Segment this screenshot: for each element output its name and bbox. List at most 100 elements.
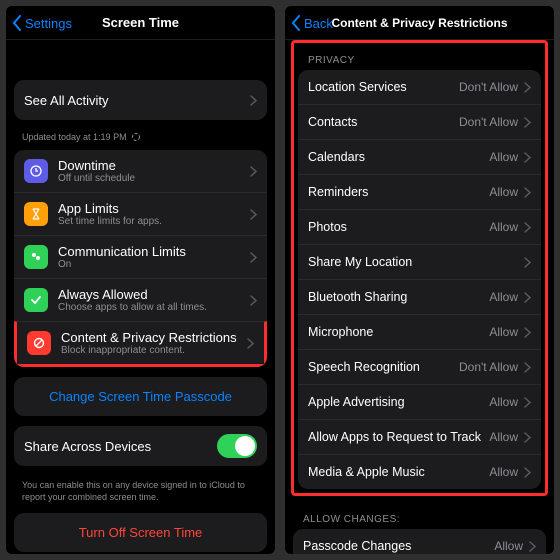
row-value: Allow xyxy=(489,430,518,444)
chevron-right-icon xyxy=(524,327,531,338)
chevron-left-icon xyxy=(12,15,22,31)
row-title: Speech Recognition xyxy=(308,360,453,374)
row-value: Allow xyxy=(489,150,518,164)
changes-group: Passcode ChangesAllowAccount ChangesAllo… xyxy=(293,529,546,554)
privacy-row[interactable]: Bluetooth Sharing Allow xyxy=(298,279,541,314)
chevron-right-icon xyxy=(524,432,531,443)
privacy-row[interactable]: Reminders Allow xyxy=(298,174,541,209)
chevron-right-icon xyxy=(524,82,531,93)
chevron-right-icon xyxy=(524,292,531,303)
always-allowed-row[interactable]: Always AllowedChoose apps to allow at al… xyxy=(14,278,267,321)
row-sub: Choose apps to allow at all times. xyxy=(58,302,244,313)
content-privacy-row[interactable]: Content & Privacy RestrictionsBlock inap… xyxy=(14,321,267,367)
back-label: Back xyxy=(304,16,333,31)
back-button[interactable]: Back xyxy=(291,6,333,40)
row-title: Downtime xyxy=(58,158,244,173)
downtime-icon xyxy=(24,159,48,183)
communication-icon xyxy=(24,245,48,269)
row-title: Share My Location xyxy=(308,255,518,269)
row-value: Don't Allow xyxy=(459,80,518,94)
row-title: Reminders xyxy=(308,185,483,199)
privacy-row[interactable]: Allow Apps to Request to Track Allow xyxy=(298,419,541,454)
chevron-right-icon xyxy=(524,187,531,198)
row-sub: Block inappropriate content. xyxy=(61,345,241,356)
row-title: Media & Apple Music xyxy=(308,465,483,479)
row-title: Share Across Devices xyxy=(24,439,217,454)
app-limits-row[interactable]: App LimitsSet time limits for apps. xyxy=(14,192,267,235)
see-all-activity-row[interactable]: See All Activity xyxy=(14,80,267,120)
share-across-devices-row[interactable]: Share Across Devices xyxy=(14,426,267,466)
privacy-row[interactable]: PhotosAllow xyxy=(298,209,541,244)
chevron-right-icon xyxy=(250,166,257,177)
chevron-right-icon xyxy=(524,362,531,373)
row-value: Allow xyxy=(489,325,518,339)
turn-off-button[interactable]: Turn Off Screen Time xyxy=(14,513,267,552)
row-title: App Limits xyxy=(58,201,244,216)
row-title: Contacts xyxy=(308,115,453,129)
row-title: Always Allowed xyxy=(58,287,244,302)
changes-row[interactable]: Passcode Changes Allow xyxy=(293,529,546,554)
back-label: Settings xyxy=(25,16,72,31)
row-title: Passcode Changes xyxy=(303,539,488,553)
privacy-highlight: Privacy Location ServicesDon't AllowCont… xyxy=(291,40,548,496)
limits-group: DowntimeOff until schedule App LimitsSet… xyxy=(14,150,267,367)
row-value: Don't Allow xyxy=(459,115,518,129)
chevron-right-icon xyxy=(524,257,531,268)
restrict-icon xyxy=(27,331,51,355)
change-passcode-button[interactable]: Change Screen Time Passcode xyxy=(14,377,267,416)
privacy-row[interactable]: Share My Location xyxy=(298,244,541,279)
row-title: Calendars xyxy=(308,150,483,164)
page-title: Content & Privacy Restrictions xyxy=(331,16,507,30)
passcode-group: Change Screen Time Passcode xyxy=(14,377,267,416)
row-sub: Set time limits for apps. xyxy=(58,216,244,227)
row-value: Allow xyxy=(494,539,523,553)
row-title: Apple Advertising xyxy=(308,395,483,409)
privacy-row[interactable]: Microphone Allow xyxy=(298,314,541,349)
privacy-row[interactable]: Speech Recognition Don't Allow xyxy=(298,349,541,384)
chevron-left-icon xyxy=(291,15,301,31)
row-value: Allow xyxy=(489,395,518,409)
privacy-row[interactable]: Location ServicesDon't Allow xyxy=(298,70,541,104)
content-privacy-phone: Back Content & Privacy Restrictions Priv… xyxy=(285,6,554,554)
row-title: Microphone xyxy=(308,325,483,339)
privacy-row[interactable]: Calendars Allow xyxy=(298,139,541,174)
page-title: Screen Time xyxy=(102,15,179,30)
screen-time-phone: Settings Screen Time See All Activity Up… xyxy=(6,6,275,554)
chevron-right-icon xyxy=(524,117,531,128)
chevron-right-icon xyxy=(247,338,254,349)
back-button[interactable]: Settings xyxy=(12,6,72,40)
navbar: Back Content & Privacy Restrictions xyxy=(285,6,554,40)
chevron-right-icon xyxy=(529,541,536,552)
section-header-privacy: Privacy xyxy=(296,45,543,70)
downtime-row[interactable]: DowntimeOff until schedule xyxy=(14,150,267,192)
row-title: Communication Limits xyxy=(58,244,244,259)
row-value: Allow xyxy=(489,290,518,304)
turnoff-group: Turn Off Screen Time xyxy=(14,513,267,552)
chevron-right-icon xyxy=(524,152,531,163)
row-sub: Off until schedule xyxy=(58,173,244,184)
communication-limits-row[interactable]: Communication LimitsOn xyxy=(14,235,267,278)
chevron-right-icon xyxy=(250,252,257,263)
row-title: See All Activity xyxy=(24,93,244,108)
toggle-on[interactable] xyxy=(217,434,257,458)
row-value: Allow xyxy=(489,185,518,199)
row-title: Allow Apps to Request to Track xyxy=(308,430,483,444)
row-title: Bluetooth Sharing xyxy=(308,290,483,304)
check-icon xyxy=(24,288,48,312)
share-group: Share Across Devices xyxy=(14,426,267,466)
chevron-right-icon xyxy=(524,467,531,478)
content: Privacy Location ServicesDon't AllowCont… xyxy=(285,40,554,554)
spinner-icon xyxy=(131,132,141,142)
row-value: Don't Allow xyxy=(459,360,518,374)
navbar: Settings Screen Time xyxy=(6,6,275,40)
share-note: You can enable this on any device signed… xyxy=(6,476,275,513)
privacy-row[interactable]: Apple Advertising Allow xyxy=(298,384,541,419)
chevron-right-icon xyxy=(250,295,257,306)
privacy-row[interactable]: Media & Apple Music Allow xyxy=(298,454,541,489)
privacy-row[interactable]: Contacts Don't Allow xyxy=(298,104,541,139)
content: See All Activity Updated today at 1:19 P… xyxy=(6,40,275,554)
row-title: Photos xyxy=(308,220,483,234)
row-value: Allow xyxy=(489,465,518,479)
hourglass-icon xyxy=(24,202,48,226)
activity-group: See All Activity xyxy=(14,80,267,120)
